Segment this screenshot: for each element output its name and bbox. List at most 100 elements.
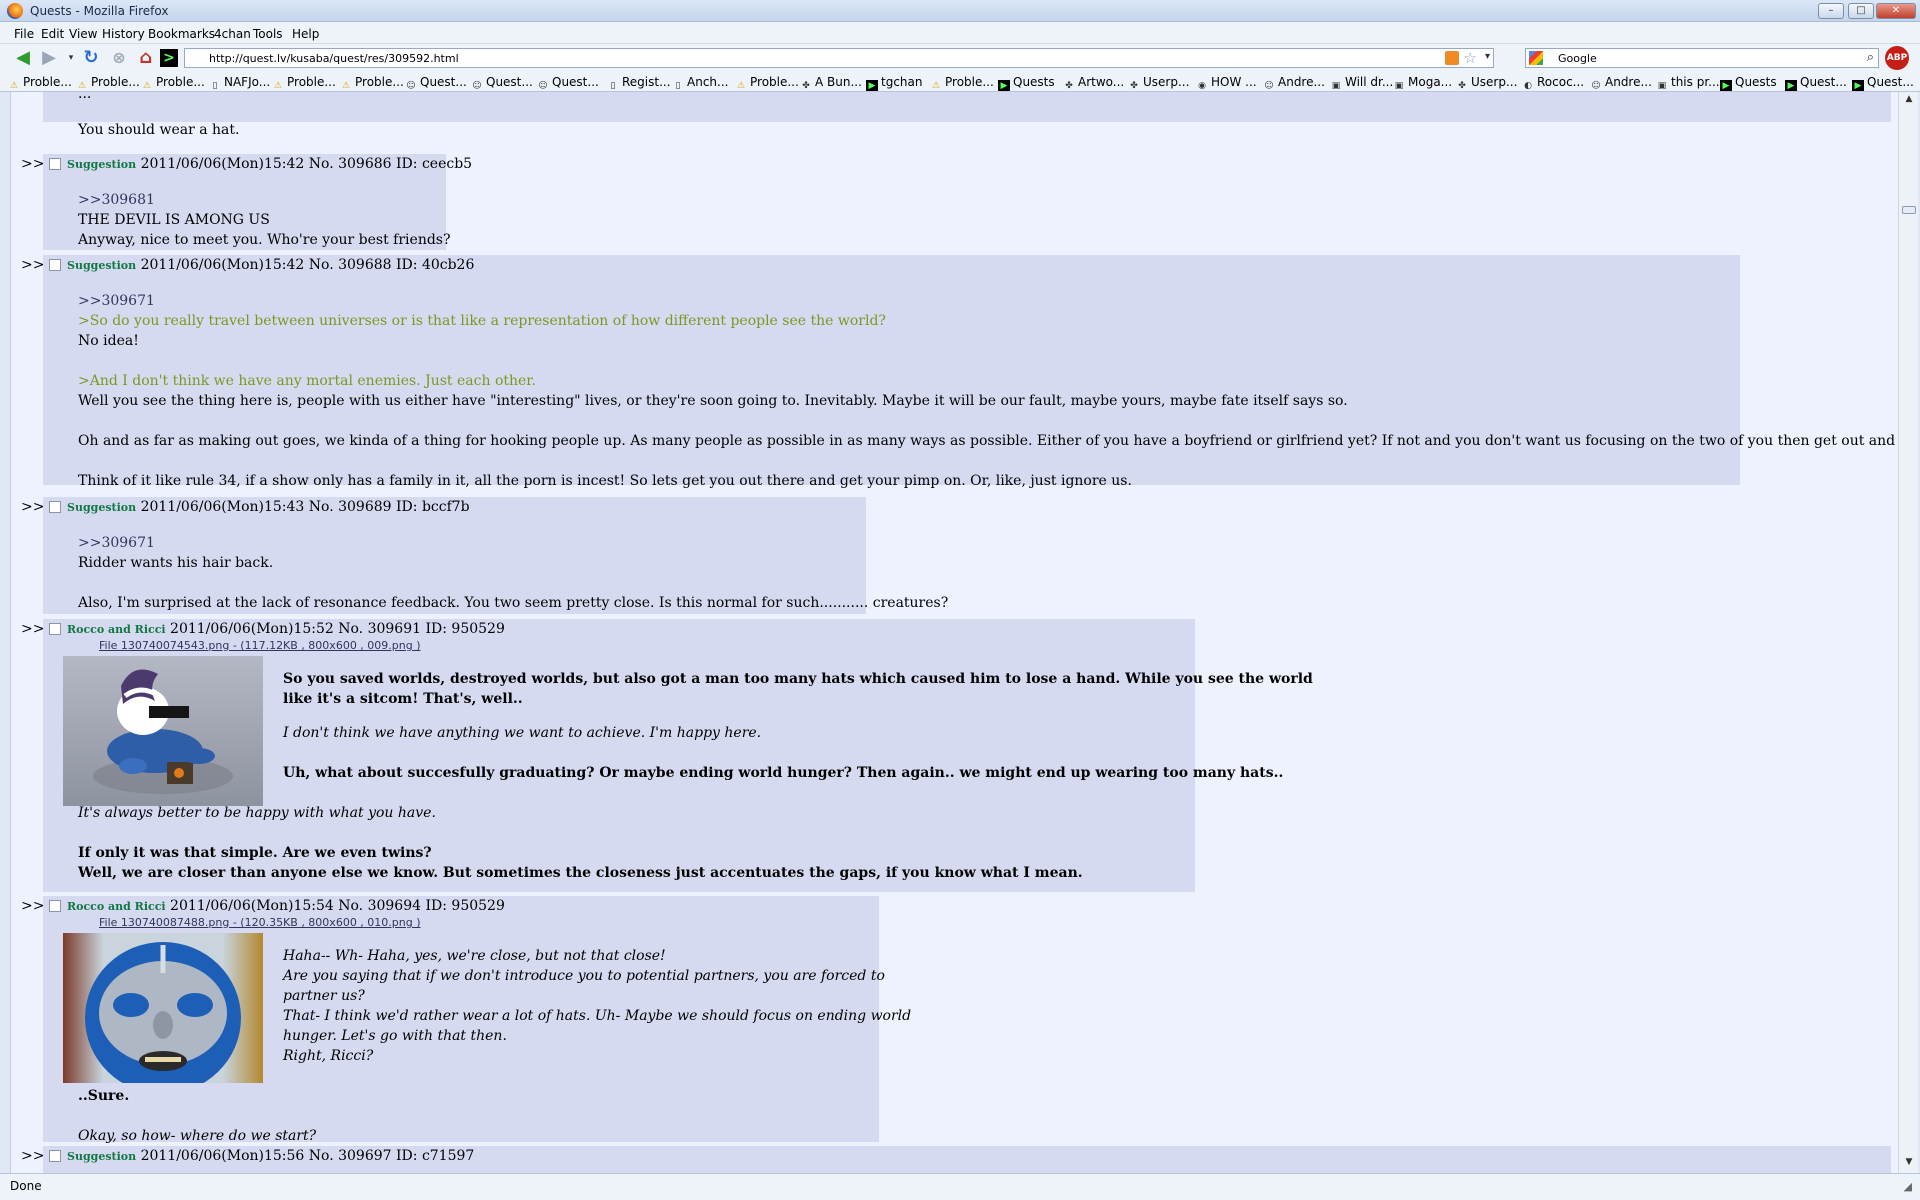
bookmark-star-icon[interactable]: ☆ xyxy=(1464,49,1477,67)
bookmark-favicon-icon: ▯ xyxy=(610,81,616,91)
bookmark-item[interactable]: ▶ Quests xyxy=(998,75,1055,91)
reply-post-partial: ... You should wear a hat. xyxy=(43,92,1891,138)
post-checkbox[interactable] xyxy=(49,1150,61,1162)
search-bar[interactable]: Google ⌕ xyxy=(1525,48,1879,68)
reply-post: Suggestion 2011/06/06(Mon)15:42 No. 3096… xyxy=(43,154,472,250)
warning-icon: ⚠ xyxy=(9,81,19,91)
adblock-plus-icon[interactable]: ABP xyxy=(1885,46,1909,70)
search-icon[interactable]: ⌕ xyxy=(1867,50,1874,65)
post-date: 2011/06/06(Mon)15:42 xyxy=(140,156,305,172)
post-number[interactable]: No. 309694 xyxy=(338,898,421,914)
bookmark-item[interactable]: ▣ this pr... xyxy=(1656,75,1720,91)
bookmark-item[interactable]: ⚠ Proble... xyxy=(141,75,205,91)
post-checkbox[interactable] xyxy=(49,900,61,912)
post-checkbox[interactable] xyxy=(49,623,61,635)
bookmark-label: Quest... xyxy=(1800,75,1847,89)
bookmark-item[interactable]: ☺ Andre... xyxy=(1590,75,1652,91)
bookmark-item[interactable]: ▶ Quest... xyxy=(1852,75,1914,91)
bookmark-item[interactable]: ◉ HOW ... xyxy=(1196,75,1257,91)
post-arrow: >> xyxy=(21,257,45,273)
bookmark-item[interactable]: ▯ Anch... xyxy=(672,75,729,91)
menu-bookmarks[interactable]: Bookmarks xyxy=(148,27,215,41)
bookmark-item[interactable]: ⚠ Proble... xyxy=(272,75,336,91)
post-date: 2011/06/06(Mon)15:43 xyxy=(140,499,305,515)
forward-icon[interactable]: ▶ xyxy=(38,47,60,69)
post-line: So you saved worlds, destroyed worlds, b… xyxy=(283,671,1313,687)
url-dropdown-icon[interactable]: ▾ xyxy=(1485,51,1490,62)
quote-link[interactable]: >>309671 xyxy=(78,293,155,309)
bookmark-item[interactable]: ⚠ Proble... xyxy=(735,75,799,91)
poster-name: Rocco and Ricci xyxy=(67,623,166,636)
bookmark-item[interactable]: ☺ Andre... xyxy=(1263,75,1325,91)
post-thumbnail-pony[interactable] xyxy=(63,656,263,806)
post-number[interactable]: No. 309697 xyxy=(309,1148,392,1164)
post-id: ID: 40cb26 xyxy=(396,257,475,273)
bookmark-label: Moga... xyxy=(1408,75,1453,89)
rss-feed-icon[interactable] xyxy=(1445,51,1459,65)
quote-link[interactable]: >>309681 xyxy=(78,192,155,208)
post-checkbox[interactable] xyxy=(49,158,61,170)
home-icon[interactable]: ⌂ xyxy=(135,47,157,69)
post-thumbnail-mask[interactable] xyxy=(63,933,263,1083)
post-number[interactable]: No. 309689 xyxy=(309,499,392,515)
back-icon[interactable]: ◀ xyxy=(12,47,34,69)
bookmark-item[interactable]: ▶ Quest... xyxy=(1785,75,1847,91)
bookmark-label: Andre... xyxy=(1605,75,1652,89)
google-engine-icon[interactable] xyxy=(1529,51,1543,65)
bookmark-item[interactable]: ⚠ Proble... xyxy=(340,75,404,91)
bookmark-item[interactable]: ▶ Quests xyxy=(1720,75,1777,91)
menu-help[interactable]: Help xyxy=(292,27,319,41)
quote-link[interactable]: >>309671 xyxy=(78,535,155,551)
post-header: Suggestion 2011/06/06(Mon)15:43 No. 3096… xyxy=(67,499,470,515)
bookmark-item[interactable]: ⚠ Proble... xyxy=(930,75,994,91)
bookmark-item[interactable]: ⚠ Proble... xyxy=(76,75,140,91)
bookmark-item[interactable]: ▶ tgchan xyxy=(866,75,922,91)
bookmark-item[interactable]: ✤ Userp... xyxy=(1128,75,1189,91)
bookmark-item[interactable]: ☺ Quest... xyxy=(405,75,467,91)
bookmark-item[interactable]: ▣ Will dr... xyxy=(1330,75,1394,91)
url-text[interactable]: http://quest.lv/kusaba/quest/res/309592.… xyxy=(209,52,459,65)
post-checkbox[interactable] xyxy=(49,501,61,513)
post-checkbox[interactable] xyxy=(49,259,61,271)
bookmark-favicon-icon: ▣ xyxy=(1331,81,1341,91)
bookmark-label: Artwo... xyxy=(1078,75,1125,89)
bookmark-item[interactable]: ✤ Artwo... xyxy=(1063,75,1125,91)
menu-view[interactable]: View xyxy=(69,27,97,41)
menu-file[interactable]: File xyxy=(14,27,34,41)
file-info-link[interactable]: File 130740087488.png - (120.35KB , 800x… xyxy=(99,916,421,929)
file-info-link[interactable]: File 130740074543.png - (117.12KB , 800x… xyxy=(99,639,421,652)
resize-grip-icon[interactable]: ◢ xyxy=(1904,1180,1912,1193)
scroll-up-arrow-icon[interactable]: ▲ xyxy=(1902,94,1916,108)
stop-icon[interactable]: ⊗ xyxy=(108,47,130,69)
bookmark-item[interactable]: ▣ Moga... xyxy=(1393,75,1453,91)
url-bar[interactable]: http://quest.lv/kusaba/quest/res/309592.… xyxy=(184,48,1494,68)
bookmark-item[interactable]: ⚠ Proble... xyxy=(8,75,72,91)
warning-icon: ⚠ xyxy=(736,81,746,91)
maximize-button[interactable]: □ xyxy=(1848,3,1874,19)
bookmark-item[interactable]: ◐ Rococ... xyxy=(1522,75,1584,91)
close-button[interactable]: ✕ xyxy=(1876,3,1916,19)
scrollbar-thumb[interactable] xyxy=(1902,206,1916,214)
menu-tools[interactable]: Tools xyxy=(253,27,283,41)
bookmark-item[interactable]: ☺ Quest... xyxy=(537,75,599,91)
post-number[interactable]: No. 309691 xyxy=(338,621,421,637)
bookmark-item[interactable]: ▯ Regist... xyxy=(607,75,671,91)
post-number[interactable]: No. 309688 xyxy=(309,257,392,273)
menu-edit[interactable]: Edit xyxy=(41,27,64,41)
post-number[interactable]: No. 309686 xyxy=(309,156,392,172)
bookmark-item[interactable]: ▯ NAFJo... xyxy=(209,75,271,91)
search-input[interactable]: Google xyxy=(1558,52,1597,65)
bookmark-item[interactable]: ✤ Userp... xyxy=(1456,75,1517,91)
scroll-down-arrow-icon[interactable]: ▼ xyxy=(1902,1157,1916,1171)
history-dropdown-icon[interactable]: ▾ xyxy=(60,47,82,69)
minimize-button[interactable]: – xyxy=(1818,3,1844,19)
warning-icon: ⚠ xyxy=(273,81,283,91)
reload-icon[interactable]: ↻ xyxy=(80,47,102,69)
menu-4chan[interactable]: 4chan xyxy=(214,27,251,41)
vertical-scrollbar[interactable]: ▲ ▼ xyxy=(1898,92,1918,1173)
bookmark-label: NAFJo... xyxy=(224,75,271,89)
menu-history[interactable]: History xyxy=(102,27,145,41)
post-line: You should wear a hat. xyxy=(78,122,240,138)
bookmark-item[interactable]: ☺ Quest... xyxy=(471,75,533,91)
bookmark-item[interactable]: ✤ A Bun... xyxy=(800,75,862,91)
